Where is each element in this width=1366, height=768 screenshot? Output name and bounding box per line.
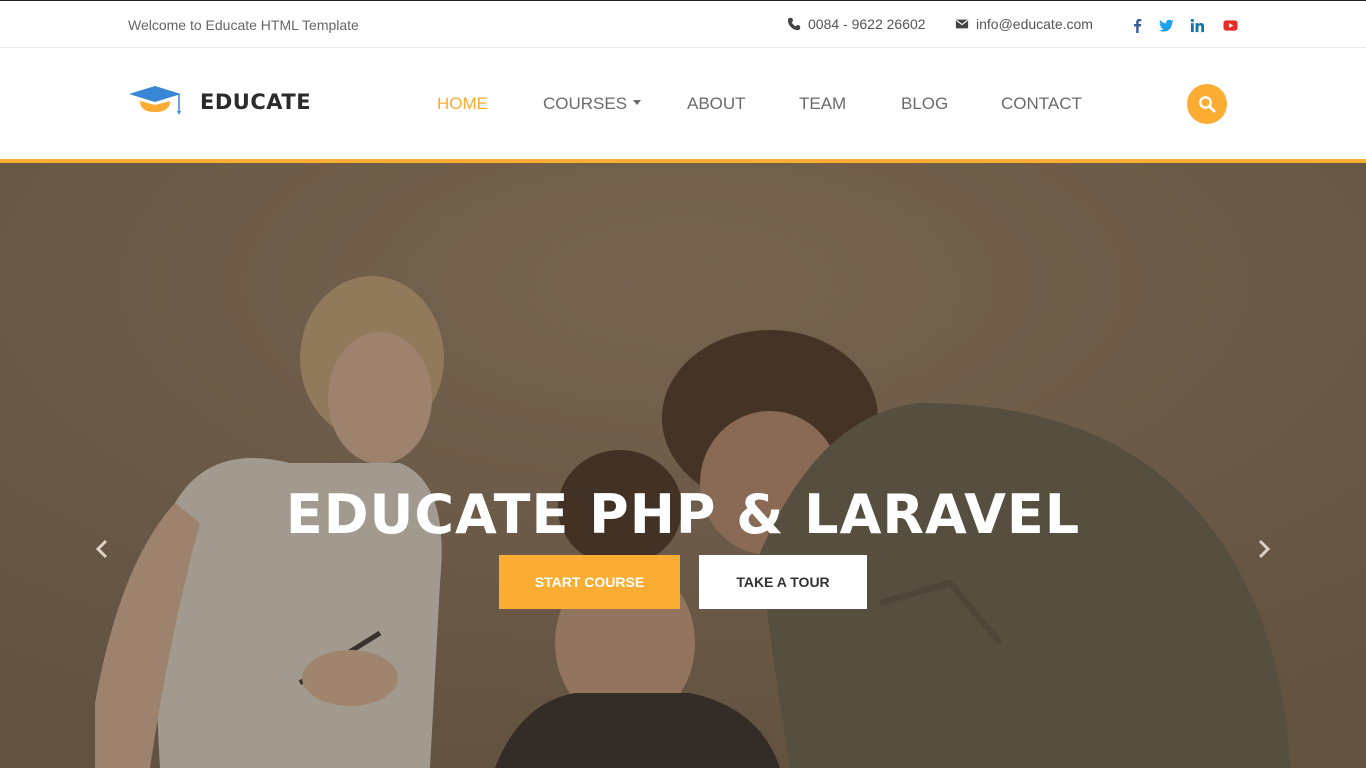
youtube-icon[interactable] [1222, 17, 1238, 33]
hero-overlay [0, 163, 1366, 768]
graduation-cap-icon [128, 84, 184, 120]
top-bar: Welcome to Educate HTML Template 0084 - … [0, 0, 1366, 48]
start-course-button[interactable]: START COURSE [499, 555, 680, 609]
main-header: EDUCATE HOME COURSES ABOUT TEAM BLOG CON… [0, 48, 1366, 159]
hero-slider: EDUCATE PHP & LARAVEL START COURSE TAKE … [0, 163, 1366, 768]
site-logo[interactable]: EDUCATE [128, 84, 311, 120]
hero-title: EDUCATE PHP & LARAVEL [285, 483, 1081, 546]
nav-item-label: COURSES [543, 94, 628, 113]
phone-contact[interactable]: 0084 - 9622 26602 [787, 16, 926, 32]
email-contact[interactable]: info@educate.com [955, 16, 1093, 32]
take-a-tour-button[interactable]: TAKE A TOUR [699, 555, 867, 609]
nav-item-about[interactable]: ABOUT [687, 94, 746, 114]
nav-item-home[interactable]: HOME [437, 94, 488, 114]
facebook-icon[interactable] [1129, 17, 1145, 33]
caret-down-icon [633, 100, 642, 105]
envelope-icon [955, 17, 969, 31]
nav-item-courses[interactable]: COURSES [543, 94, 642, 114]
email-address: info@educate.com [976, 16, 1093, 32]
search-button[interactable] [1187, 84, 1227, 124]
twitter-icon[interactable] [1158, 17, 1174, 33]
linkedin-icon[interactable] [1189, 17, 1205, 33]
nav-item-contact[interactable]: CONTACT [1001, 94, 1082, 114]
search-icon [1198, 95, 1216, 113]
logo-text: EDUCATE [200, 90, 312, 114]
nav-item-team[interactable]: TEAM [799, 94, 846, 114]
welcome-text: Welcome to Educate HTML Template [128, 17, 359, 33]
phone-icon [787, 17, 801, 31]
nav-item-blog[interactable]: BLOG [901, 94, 948, 114]
phone-number: 0084 - 9622 26602 [808, 16, 926, 32]
